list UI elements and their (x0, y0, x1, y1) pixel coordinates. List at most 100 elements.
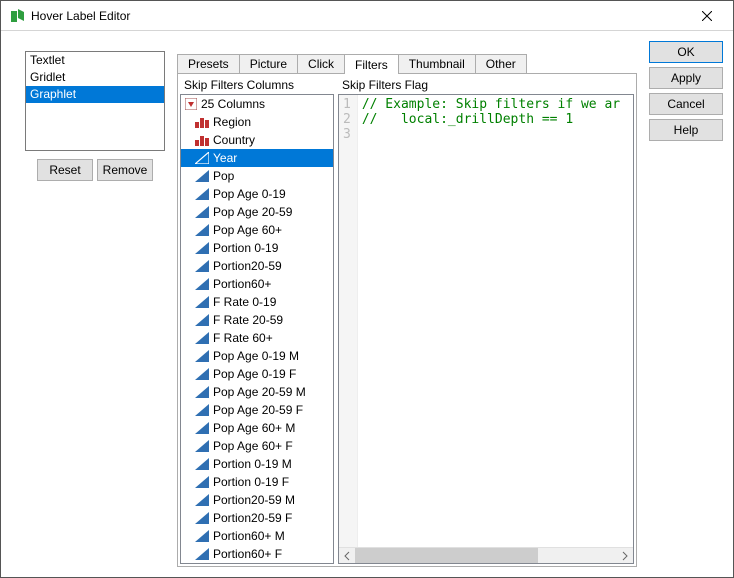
column-item[interactable]: Portion20-59 F (181, 509, 333, 527)
column-label: Year (213, 151, 237, 165)
column-item[interactable]: Pop Age 60+ (181, 221, 333, 239)
tab-presets[interactable]: Presets (177, 54, 240, 73)
column-item[interactable]: Portion60+ (181, 275, 333, 293)
label-type-list[interactable]: TextletGridletGraphlet (25, 51, 165, 151)
column-item[interactable]: Pop Age 20-59 (181, 203, 333, 221)
tab-picture[interactable]: Picture (239, 54, 298, 73)
column-label: Portion20-59 F (213, 511, 292, 525)
continuous-icon (195, 206, 209, 218)
continuous-icon (195, 530, 209, 542)
column-item[interactable]: Country (181, 131, 333, 149)
column-label: F Rate 60+ (213, 331, 273, 345)
column-item[interactable]: Pop Age 0-19 F (181, 365, 333, 383)
dialog-buttons: OK Apply Cancel Help (649, 41, 723, 567)
ok-button[interactable]: OK (649, 41, 723, 63)
continuous-icon (195, 242, 209, 254)
column-item[interactable]: F Rate 60+ (181, 329, 333, 347)
close-button[interactable] (685, 2, 729, 30)
column-item[interactable]: Pop Age 0-19 (181, 185, 333, 203)
continuous-icon (195, 512, 209, 524)
column-item[interactable]: Portion20-59 M (181, 491, 333, 509)
column-item[interactable]: Pop (181, 167, 333, 185)
list-item[interactable]: Textlet (26, 52, 164, 69)
column-item[interactable]: Pop Age 20-59 M (181, 383, 333, 401)
apply-button[interactable]: Apply (649, 67, 723, 89)
code-area[interactable]: // Example: Skip filters if we ar // loc… (358, 95, 633, 547)
tab-filters[interactable]: Filters (344, 54, 399, 74)
skip-filters-columns-label: Skip Filters Columns (180, 76, 334, 94)
column-label: Pop Age 60+ F (213, 439, 293, 453)
scroll-track[interactable] (355, 548, 617, 564)
columns-root-label: 25 Columns (201, 97, 265, 111)
column-label: F Rate 0-19 (213, 295, 276, 309)
continuous-icon (195, 476, 209, 488)
skip-filters-flag-label: Skip Filters Flag (338, 76, 634, 94)
column-item[interactable]: Portion 0-19 F (181, 473, 333, 491)
continuous-icon (195, 260, 209, 272)
column-item[interactable]: Pop Age 60+ F (181, 437, 333, 455)
continuous-icon (195, 440, 209, 452)
ordinal-icon (195, 152, 209, 164)
column-label: Portion 0-19 (213, 241, 278, 255)
tab-click[interactable]: Click (297, 54, 345, 73)
continuous-icon (195, 170, 209, 182)
column-label: Pop Age 20-59 (213, 205, 292, 219)
continuous-icon (195, 494, 209, 506)
remove-button[interactable]: Remove (97, 159, 153, 181)
column-label: Pop Age 0-19 (213, 187, 286, 201)
column-label: Portion60+ M (213, 529, 285, 543)
columns-root[interactable]: 25 Columns (181, 95, 333, 113)
cancel-button[interactable]: Cancel (649, 93, 723, 115)
column-item[interactable]: Pop Age 0-19 M (181, 347, 333, 365)
continuous-icon (195, 332, 209, 344)
continuous-icon (195, 296, 209, 308)
disclosure-icon[interactable] (185, 98, 197, 110)
column-item[interactable]: Portion 0-19 M (181, 455, 333, 473)
column-item[interactable]: F Rate 20-59 (181, 311, 333, 329)
column-label: Portion60+ (213, 277, 271, 291)
column-item[interactable]: Year (181, 149, 333, 167)
column-label: Portion 0-19 F (213, 475, 289, 489)
scroll-right-icon[interactable] (617, 548, 633, 564)
tab-other[interactable]: Other (475, 54, 527, 73)
title-bar: Hover Label Editor (1, 1, 733, 31)
column-item[interactable]: Portion60+ M (181, 527, 333, 545)
continuous-icon (195, 368, 209, 380)
column-label: Country (213, 133, 255, 147)
horizontal-scrollbar[interactable] (339, 547, 633, 563)
continuous-icon (195, 188, 209, 200)
column-label: Portion60+ F (213, 547, 282, 561)
nominal-icon (195, 116, 209, 128)
scroll-left-icon[interactable] (339, 548, 355, 564)
column-label: Pop Age 20-59 M (213, 385, 306, 399)
column-item[interactable]: Portion60+ F (181, 545, 333, 563)
continuous-icon (195, 278, 209, 290)
continuous-icon (195, 458, 209, 470)
column-label: Region (213, 115, 251, 129)
column-item[interactable]: Region (181, 113, 333, 131)
column-label: Pop Age 0-19 F (213, 367, 296, 381)
scroll-thumb[interactable] (355, 548, 538, 564)
continuous-icon (195, 422, 209, 434)
tab-thumbnail[interactable]: Thumbnail (398, 54, 476, 73)
column-item[interactable]: Portion 0-19 (181, 239, 333, 257)
columns-tree[interactable]: 25 Columns Region Country Year Pop Pop Age 0… (180, 94, 334, 564)
column-label: Portion 0-19 M (213, 457, 292, 471)
column-label: Portion20-59 M (213, 493, 295, 507)
column-item[interactable]: F Rate 0-19 (181, 293, 333, 311)
column-label: Pop Age 0-19 M (213, 349, 299, 363)
column-item[interactable]: Portion20-59 (181, 257, 333, 275)
column-item[interactable]: Pop Age 20-59 F (181, 401, 333, 419)
column-label: Pop Age 60+ M (213, 421, 295, 435)
tab-panel-filters: Skip Filters Columns 25 Columns Region Co… (177, 73, 637, 567)
window-title: Hover Label Editor (31, 9, 685, 23)
column-item[interactable]: Pop Age 60+ M (181, 419, 333, 437)
code-editor[interactable]: 1 2 3 // Example: Skip filters if we ar … (338, 94, 634, 564)
column-label: F Rate 20-59 (213, 313, 283, 327)
list-item[interactable]: Gridlet (26, 69, 164, 86)
tab-strip: PresetsPictureClickFiltersThumbnailOther (177, 51, 637, 73)
help-button[interactable]: Help (649, 119, 723, 141)
list-item[interactable]: Graphlet (26, 86, 164, 103)
reset-button[interactable]: Reset (37, 159, 93, 181)
continuous-icon (195, 548, 209, 560)
